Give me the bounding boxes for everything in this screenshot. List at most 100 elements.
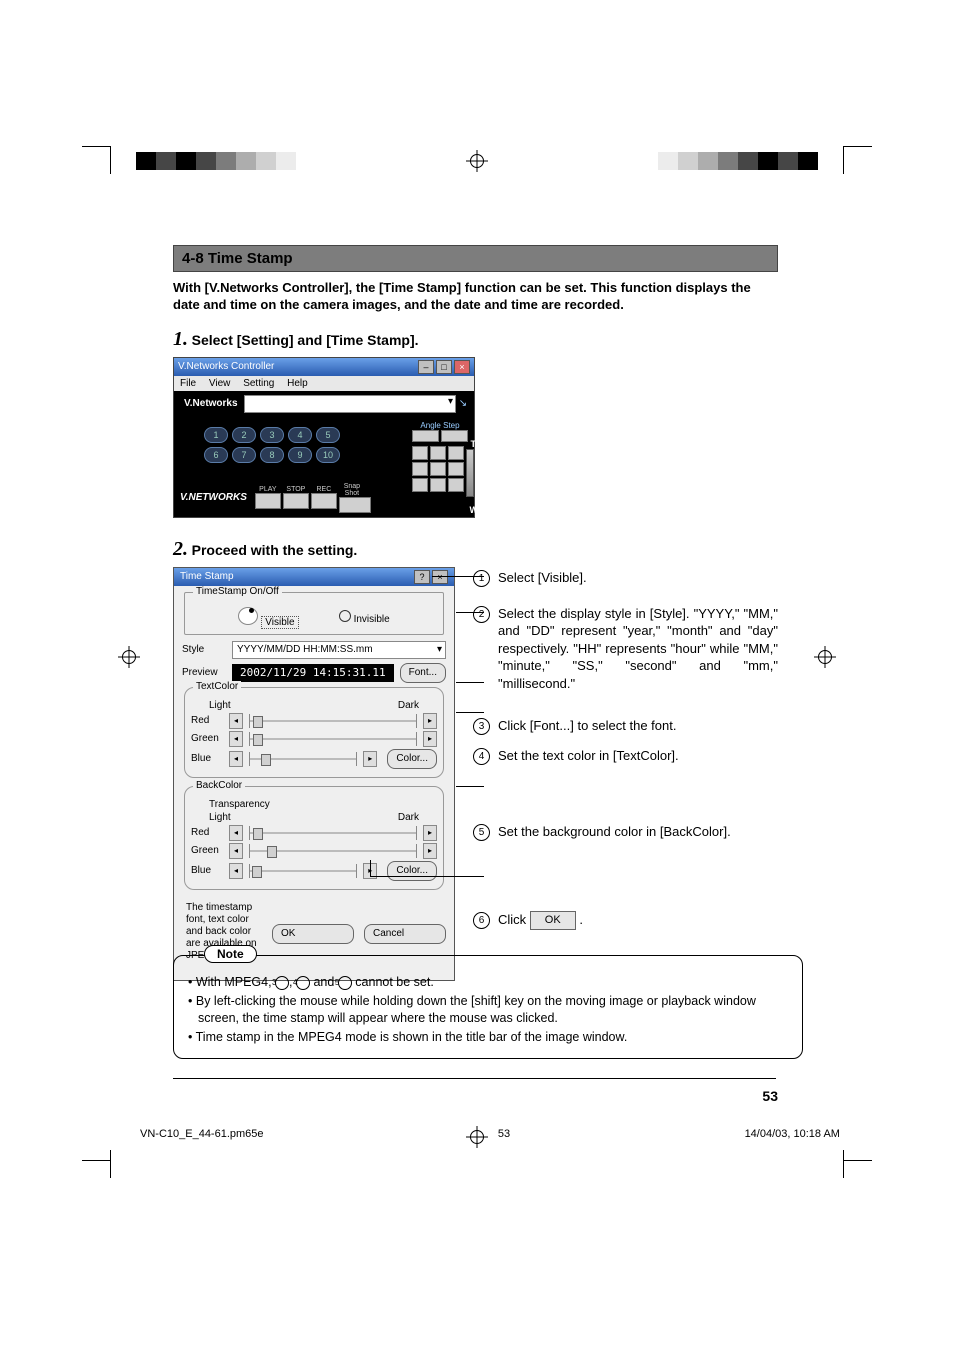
bc-green-right[interactable]: ▸ [423, 843, 437, 859]
preview-label: Preview [182, 667, 226, 678]
style-select[interactable]: YYYY/MM/DD HH:MM:SS.mm [232, 641, 446, 659]
dialog-title: Time Stamp [180, 571, 234, 582]
menu-help[interactable]: Help [287, 378, 308, 389]
leader-2 [456, 612, 484, 613]
pan-e[interactable] [448, 462, 464, 476]
preset-3[interactable]: 3 [260, 427, 284, 443]
bc-blue-slider[interactable] [249, 864, 357, 878]
preset-10[interactable]: 10 [316, 447, 340, 463]
tc-blue-right[interactable]: ▸ [363, 751, 377, 767]
preset-5[interactable]: 5 [316, 427, 340, 443]
tc-green-right[interactable]: ▸ [423, 731, 437, 747]
page-number: 53 [762, 1088, 778, 1104]
step-1-number: 1. [173, 328, 188, 350]
zoom-w-label: W [470, 505, 479, 515]
footer-date: 14/04/03, 10:18 AM [745, 1128, 840, 1140]
pan-s[interactable] [430, 478, 446, 492]
preset-6[interactable]: 6 [204, 447, 228, 463]
close-icon[interactable]: × [454, 360, 470, 374]
menu-setting[interactable]: Setting [243, 378, 274, 389]
pan-sw[interactable] [412, 478, 428, 492]
bc-green-left[interactable]: ◂ [229, 843, 243, 859]
leader-5 [456, 786, 484, 787]
maximize-icon[interactable]: □ [436, 360, 452, 374]
pan-nw[interactable] [412, 446, 428, 460]
step-1-text: Select [Setting] and [Time Stamp]. [192, 332, 419, 348]
leader-6v [370, 860, 371, 876]
angle-left[interactable] [412, 430, 439, 442]
annot-1-num: 1 [473, 570, 490, 587]
tc-blue-label: Blue [191, 753, 223, 764]
bc-red-right[interactable]: ▸ [423, 825, 437, 841]
snapshot-button[interactable] [339, 497, 371, 513]
zoom-slider[interactable] [466, 449, 474, 497]
ok-inline-button: OK [530, 911, 576, 930]
pan-se[interactable] [448, 478, 464, 492]
minimize-icon[interactable]: ‒ [418, 360, 434, 374]
play-button[interactable] [255, 493, 281, 509]
preset-1[interactable]: 1 [204, 427, 228, 443]
ok-button[interactable]: OK [272, 924, 354, 944]
menu-file[interactable]: File [180, 378, 196, 389]
menu-bar[interactable]: File View Setting Help [174, 376, 474, 391]
tc-blue-slider[interactable] [249, 752, 357, 766]
tc-blue-left[interactable]: ◂ [229, 751, 243, 767]
preset-2[interactable]: 2 [232, 427, 256, 443]
stop-label: STOP [283, 486, 309, 493]
textcolor-label: TextColor [193, 681, 241, 692]
bc-blue-left[interactable]: ◂ [229, 863, 243, 879]
bc-color-button[interactable]: Color... [387, 861, 437, 881]
preset-9[interactable]: 9 [288, 447, 312, 463]
rec-button[interactable] [311, 493, 337, 509]
pan-ne[interactable] [448, 446, 464, 460]
pan-w[interactable] [412, 462, 428, 476]
radio-visible[interactable]: Visible [238, 607, 298, 628]
annot-2-num: 2 [473, 606, 490, 623]
page-rule [173, 1078, 776, 1079]
angle-step-label: Angle Step [412, 421, 468, 430]
dialog-help-icon[interactable]: ? [414, 570, 430, 584]
bc-red-left[interactable]: ◂ [229, 825, 243, 841]
font-button[interactable]: Font... [400, 663, 446, 683]
note-box: Note • With MPEG4, 3, 4 and 5 cannot be … [173, 955, 803, 1059]
stop-button[interactable] [283, 493, 309, 509]
cancel-button[interactable]: Cancel [364, 924, 446, 944]
annot-1-text: Select [Visible]. [498, 569, 778, 587]
annot-6-num: 6 [473, 912, 490, 929]
tc-green-slider[interactable] [249, 732, 417, 746]
backcolor-label: BackColor [193, 780, 245, 791]
note-item-1: • With MPEG4, 3, 4 and 5 cannot be set. [188, 974, 788, 991]
printer-marks-top [0, 152, 954, 176]
tc-red-slider[interactable] [249, 714, 417, 728]
tc-green-left[interactable]: ◂ [229, 731, 243, 747]
annot-2-text: Select the display style in [Style]. "YY… [498, 605, 778, 693]
radio-invisible[interactable]: Invisible [339, 610, 390, 625]
registration-mark-left [118, 646, 140, 668]
bc-green-slider[interactable] [249, 844, 417, 858]
leader-6 [370, 876, 484, 877]
bc-light-label: Light [209, 812, 231, 823]
tc-red-right[interactable]: ▸ [423, 713, 437, 729]
annot-5-num: 5 [473, 824, 490, 841]
preset-4[interactable]: 4 [288, 427, 312, 443]
bc-green-label: Green [191, 845, 223, 856]
preset-7[interactable]: 7 [232, 447, 256, 463]
preset-8[interactable]: 8 [260, 447, 284, 463]
camera-select[interactable] [244, 395, 456, 413]
bc-red-slider[interactable] [249, 826, 417, 840]
style-label: Style [182, 644, 226, 655]
zoom-t-label: T [471, 439, 477, 449]
pan-center[interactable] [430, 462, 446, 476]
menu-view[interactable]: View [209, 378, 231, 389]
footer: VN-C10_E_44-61.pm65e 53 14/04/03, 10:18 … [140, 1128, 840, 1140]
angle-right[interactable] [441, 430, 468, 442]
tc-green-label: Green [191, 733, 223, 744]
leader-1 [432, 576, 484, 577]
bc-red-label: Red [191, 827, 223, 838]
tc-color-button[interactable]: Color... [387, 749, 437, 769]
bc-blue-label: Blue [191, 865, 223, 876]
pan-n[interactable] [430, 446, 446, 460]
timestamp-dialog: Time Stamp ? × TimeStamp On/Off Visible … [173, 567, 455, 981]
tc-red-left[interactable]: ◂ [229, 713, 243, 729]
light-label: Light [209, 700, 231, 711]
